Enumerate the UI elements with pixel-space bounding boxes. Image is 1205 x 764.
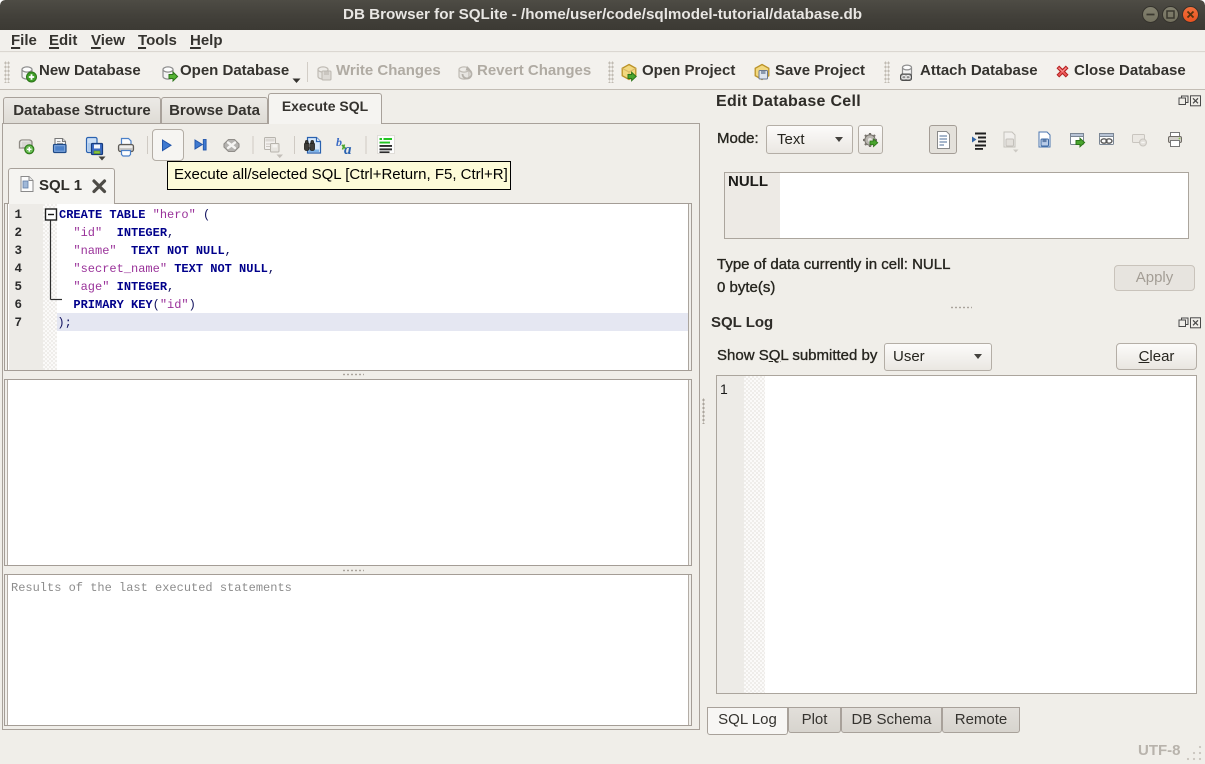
svg-text:b: b xyxy=(336,135,342,149)
svg-text:a: a xyxy=(344,142,352,158)
